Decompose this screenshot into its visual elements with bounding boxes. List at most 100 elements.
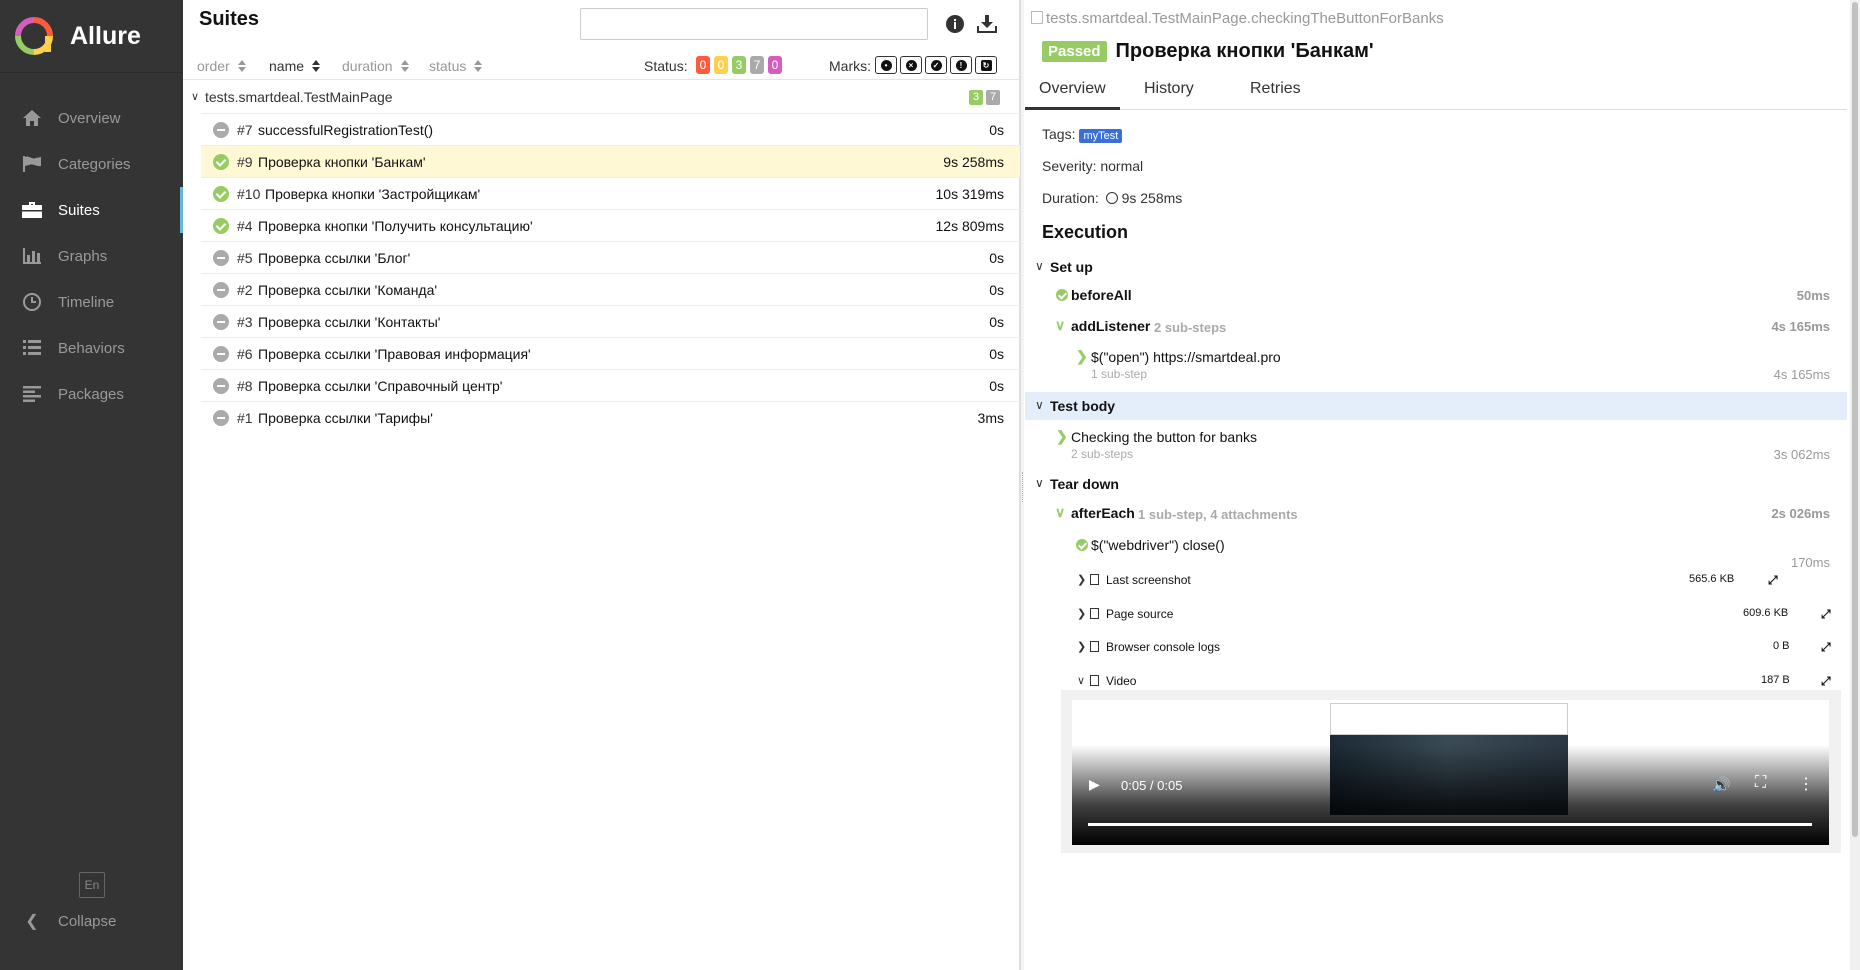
collapse-label: Collapse [58,912,117,930]
mark-new-failed-toggle[interactable]: × [900,56,922,74]
search-input[interactable] [580,8,928,40]
sidebar-item-label: Behaviors [58,339,125,357]
setup-section-header[interactable]: ∨ Set up [1025,253,1847,281]
table-row[interactable]: #3 Проверка ссылки 'Контакты' 0s [201,305,1020,337]
test-duration: 9s 258ms [943,154,1004,170]
sort-by-status[interactable]: status [429,58,483,74]
status-passed-toggle[interactable]: 3 [732,56,746,74]
sidebar-item-behaviors[interactable]: Behaviors [0,325,183,371]
suite-group[interactable]: ∨ tests.smartdeal.TestMainPage 3 7 [183,82,1020,112]
table-row[interactable]: #7 successfulRegistrationTest() 0s [201,113,1020,145]
test-number: #6 [237,346,253,362]
test-duration: 0s [989,346,1004,362]
sort-by-duration[interactable]: duration [342,58,409,74]
status-failed-toggle[interactable]: 0 [696,56,710,74]
tag-chip[interactable]: myTest [1079,129,1123,143]
language-switcher[interactable]: En [79,872,105,898]
sidebar-item-suites[interactable]: Suites [0,187,183,233]
video-controls-gradient [1072,745,1829,845]
chevron-down-icon: ∨ [1077,675,1086,687]
table-row[interactable]: #10 Проверка кнопки 'Застройщикам' 10s 3… [201,177,1020,209]
scrollbar-thumb[interactable] [1852,2,1858,837]
tags-row: Tags: myTest [1042,126,1123,143]
expand-icon[interactable]: ⤢ [1821,674,1831,689]
table-row[interactable]: #4 Проверка кнопки 'Получить консультаци… [201,209,1020,241]
tab-history[interactable]: History [1144,80,1194,110]
table-row[interactable]: #6 Проверка ссылки 'Правовая информация'… [201,337,1020,369]
table-row[interactable]: #9 Проверка кнопки 'Банкам' 9s 258ms [201,145,1020,177]
step-checking-button[interactable]: ❯ Checking the button for banks 2 sub-st… [1025,427,1847,463]
status-unknown-toggle[interactable]: 0 [768,56,782,74]
allure-logo-icon [15,17,53,55]
step-add-listener[interactable]: ∨ addListener 2 sub-steps 4s 165ms [1025,316,1847,342]
tab-retries[interactable]: Retries [1250,80,1301,110]
test-name: Проверка ссылки 'Справочный центр' [258,378,503,394]
step-before-all[interactable]: beforeAll 50ms [1025,285,1847,311]
step-name: addListener [1071,318,1151,334]
exclamation-circle-icon: ! [955,59,967,71]
attachment-page-source[interactable]: ❯ Page source 609.6 KB ⤢ [1025,600,1847,628]
mark-new-broken-toggle[interactable]: ! [950,56,972,74]
attachment-last-screenshot[interactable]: ❯ Last screenshot 565.6 KB ⤢ [1025,566,1847,594]
file-icon [1090,608,1099,619]
video-player[interactable]: ▶ 0:05 / 0:05 🔊 ⛶ ⋮ [1072,700,1829,845]
tab-overview[interactable]: Overview [1025,80,1120,110]
table-row[interactable]: #5 Проверка ссылки 'Блог' 0s [201,241,1020,273]
passed-check-icon [1056,289,1068,301]
step-substeps: 2 sub-steps [1071,447,1134,461]
test-name: Проверка ссылки 'Правовая информация' [258,346,531,362]
expand-icon[interactable]: ⤢ [1821,607,1831,622]
chevron-right-icon: ❯ [1056,428,1068,444]
severity-row: Severity: normal [1042,158,1144,174]
chevron-down-icon: ∨ [1035,476,1044,490]
table-row[interactable]: #1 Проверка ссылки 'Тарифы' 3ms [201,401,1020,433]
step-open-url[interactable]: ❯ $("open") https://smartdeal.pro 1 sub-… [1025,347,1847,383]
sidebar-item-label: Timeline [58,293,115,311]
step-duration: 4s 165ms [1773,367,1830,382]
chevron-right-icon: ❯ [1076,348,1088,364]
skipped-status-icon [213,282,229,298]
sort-by-name[interactable]: name [269,58,321,74]
list-icon [22,338,42,358]
page-scrollbar[interactable] [1850,0,1860,970]
sidebar-item-overview[interactable]: Overview [0,95,183,141]
sidebar-item-categories[interactable]: Categories [0,141,183,187]
download-icon[interactable] [977,14,997,34]
test-number: #4 [237,218,253,234]
test-name: Проверка кнопки 'Банкам' [258,154,426,170]
table-row[interactable]: #8 Проверка ссылки 'Справочный центр' 0s [201,369,1020,401]
teardown-section-header[interactable]: ∨ Tear down [1025,470,1847,498]
expand-icon[interactable]: ⤢ [1768,573,1778,588]
fullscreen-icon[interactable]: ⛶ [1755,774,1766,792]
step-webdriver-close[interactable]: $("webdriver") close() 170ms [1025,535,1847,570]
status-broken-toggle[interactable]: 0 [714,56,728,74]
expand-icon[interactable]: ⤢ [1821,640,1831,655]
status-skipped-toggle[interactable]: 7 [750,56,764,74]
sort-by-order[interactable]: order [197,58,246,74]
sidebar-item-packages[interactable]: Packages [0,371,183,417]
volume-icon[interactable]: 🔊 [1712,776,1731,794]
more-options-icon[interactable]: ⋮ [1798,774,1814,794]
copy-icon[interactable] [1031,11,1043,24]
step-meta: 1 sub-step, 4 attachments [1138,507,1298,522]
align-left-icon [22,384,42,404]
collapse-button[interactable]: ❮ Collapse [22,908,116,934]
mark-new-passed-toggle[interactable]: ✓ [925,56,947,74]
play-icon[interactable]: ▶ [1089,776,1100,793]
file-icon [1090,574,1099,585]
attachment-browser-console-logs[interactable]: ❯ Browser console logs 0 B ⤢ [1025,633,1847,661]
video-progress-bar[interactable] [1088,823,1812,826]
test-duration: 0s [989,314,1004,330]
mark-flaky-toggle[interactable]: • [875,56,897,74]
info-icon[interactable] [945,14,965,34]
duration-value: 9s 258ms [1121,190,1183,206]
table-row[interactable]: #2 Проверка ссылки 'Команда' 0s [201,273,1020,305]
sidebar-item-graphs[interactable]: Graphs [0,233,183,279]
test-body-section-header[interactable]: ∨ Test body [1025,392,1847,420]
sidebar-item-timeline[interactable]: Timeline [0,279,183,325]
refresh-icon: ↻ [980,59,992,71]
pane-resize-handle[interactable] [1020,0,1024,970]
mark-retries-toggle[interactable]: ↻ [975,56,997,74]
logo[interactable]: Allure [0,0,183,72]
step-after-each[interactable]: ∨ afterEach 1 sub-step, 4 attachments 2s… [1025,503,1847,529]
